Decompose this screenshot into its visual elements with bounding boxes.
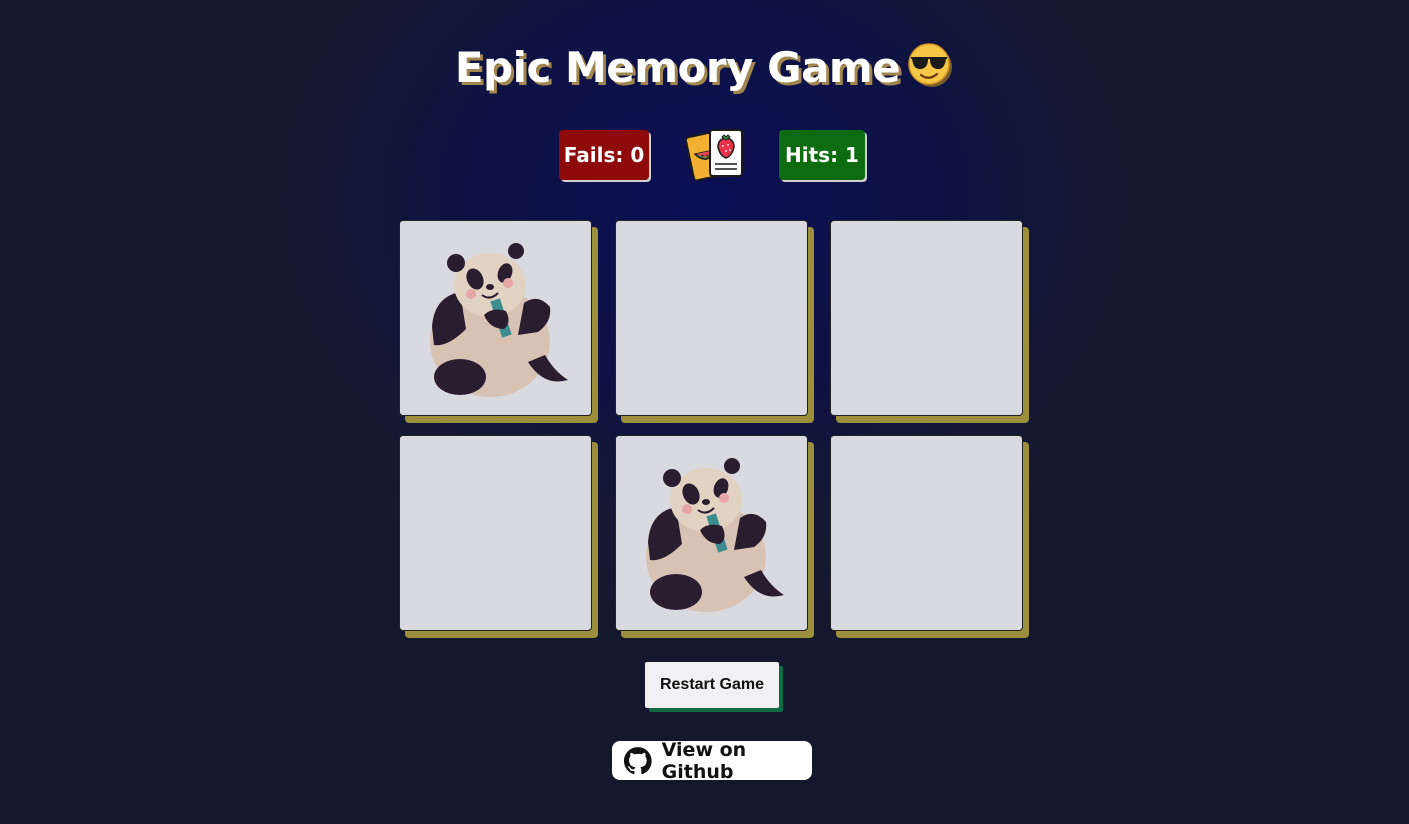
- github-label: View on Github: [661, 738, 747, 783]
- github-link[interactable]: View on Github: [612, 738, 812, 783]
- panda-icon: [430, 243, 568, 397]
- panda-icon: [646, 458, 784, 612]
- github-icon: [624, 746, 652, 774]
- score-bar: Fails: 0 Hits: 1: [0, 129, 1409, 182]
- card-5[interactable]: [615, 435, 808, 631]
- card-2[interactable]: [615, 220, 808, 416]
- card-grid: [399, 220, 1031, 640]
- smiling-face-with-sunglasses-icon: [908, 43, 953, 87]
- restart-button[interactable]: Restart Game: [645, 662, 779, 708]
- card-4[interactable]: [399, 435, 592, 631]
- fruit-cards-icon: [684, 129, 743, 182]
- fails-counter: Fails: 0: [559, 130, 649, 180]
- card-6[interactable]: [830, 435, 1023, 631]
- page-title-text: Epic Memory Game: [454, 43, 901, 92]
- card-3[interactable]: [830, 220, 1023, 416]
- card-1[interactable]: [399, 220, 592, 416]
- page-title: Epic Memory Game: [0, 40, 1409, 96]
- hits-counter: Hits: 1: [779, 130, 865, 180]
